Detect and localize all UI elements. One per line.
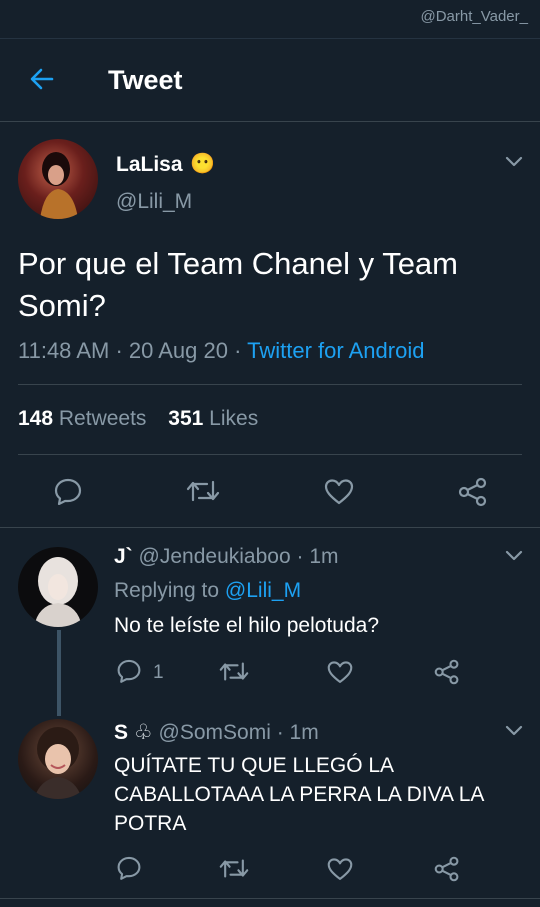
top-bar: Tweet [0,38,540,122]
tweet-text-line: Por que el Team Chanel y Team [18,246,458,281]
meta-separator: · [270,721,290,744]
handle[interactable]: @Jendeukiaboo [139,545,291,568]
share-icon[interactable] [434,659,460,685]
handle[interactable]: @SomSomi [159,721,271,744]
divider [18,454,522,455]
tweet-text: Por que el Team Chanel y Team Somi? [18,243,458,327]
retweets-count: 148 [18,407,54,430]
reply-text: QUÍTATE TU QUE LLEGÓ LA CABALLOTAAA LA P… [114,751,484,838]
share-icon[interactable] [434,856,460,882]
reply-text: No te leíste el hilo pelotuda? [114,614,380,637]
like-icon[interactable] [324,478,354,505]
reply-text-line: QUÍTATE TU QUE LLEGÓ LA [114,754,395,777]
meta-separator: · [109,338,129,363]
like-icon[interactable] [327,857,353,881]
tweet-source-link[interactable]: Twitter for Android [247,338,424,363]
reply-icon[interactable] [116,855,142,880]
likes-label: Likes [209,407,259,430]
reply-header: J` @Jendeukiaboo · 1m [114,545,339,569]
avatar[interactable] [18,139,98,219]
avatar[interactable] [18,547,98,627]
tweet-meta: 11:48 AM · 20 Aug 20 · Twitter for Andro… [18,338,424,364]
page-title: Tweet [108,65,183,95]
divider [0,527,540,528]
replying-to-link[interactable]: @Lili_M [225,579,301,602]
retweet-icon[interactable] [219,660,249,683]
replying-prefix: Replying to [114,579,220,602]
reply-time: 1m [309,545,339,568]
thread-line [57,630,61,716]
handle[interactable]: @Lili_M [116,190,192,214]
chevron-down-icon[interactable] [505,550,523,562]
meta-separator: · [228,338,248,363]
name-emoji: ♧ [133,721,153,744]
name-emoji: 😶 [190,153,215,175]
chevron-down-icon[interactable] [505,725,523,737]
reply-time: 1m [289,721,319,744]
display-name[interactable]: LaLisa [116,153,183,177]
tweet-date: 20 Aug 20 [128,338,228,363]
tweet-time: 11:48 AM [18,338,110,363]
tweet-text-line: Somi? [18,288,106,323]
likes-count: 351 [168,407,204,430]
share-icon[interactable] [458,477,488,507]
like-icon[interactable] [327,660,353,684]
reply-text-line: CABALLOTAAA LA PERRA LA DIVA LA [114,783,485,806]
reply-icon[interactable] [116,658,142,683]
divider [18,384,522,385]
reply-icon[interactable] [53,477,83,505]
divider [0,898,540,899]
retweets-label: Retweets [58,407,147,430]
likes-stat[interactable]: 351 Likes [168,407,258,430]
tweet-stats: 148 Retweets 351 Likes [18,407,258,431]
display-name[interactable]: S [114,721,128,744]
chevron-down-icon[interactable] [505,156,523,168]
back-arrow-icon[interactable] [28,65,56,93]
meta-separator: · [290,545,310,568]
display-name[interactable]: J` [114,545,133,568]
watermark: @Darht_Vader_ [420,8,528,25]
replying-to: Replying to @Lili_M [114,579,301,603]
reply-header: S ♧ @SomSomi · 1m [114,720,319,745]
retweet-icon[interactable] [219,857,249,880]
retweet-icon[interactable] [186,478,220,504]
reply-text-line: POTRA [114,812,187,835]
retweets-stat[interactable]: 148 Retweets [18,407,146,430]
avatar[interactable] [18,719,98,799]
reply-count: 1 [153,662,164,683]
